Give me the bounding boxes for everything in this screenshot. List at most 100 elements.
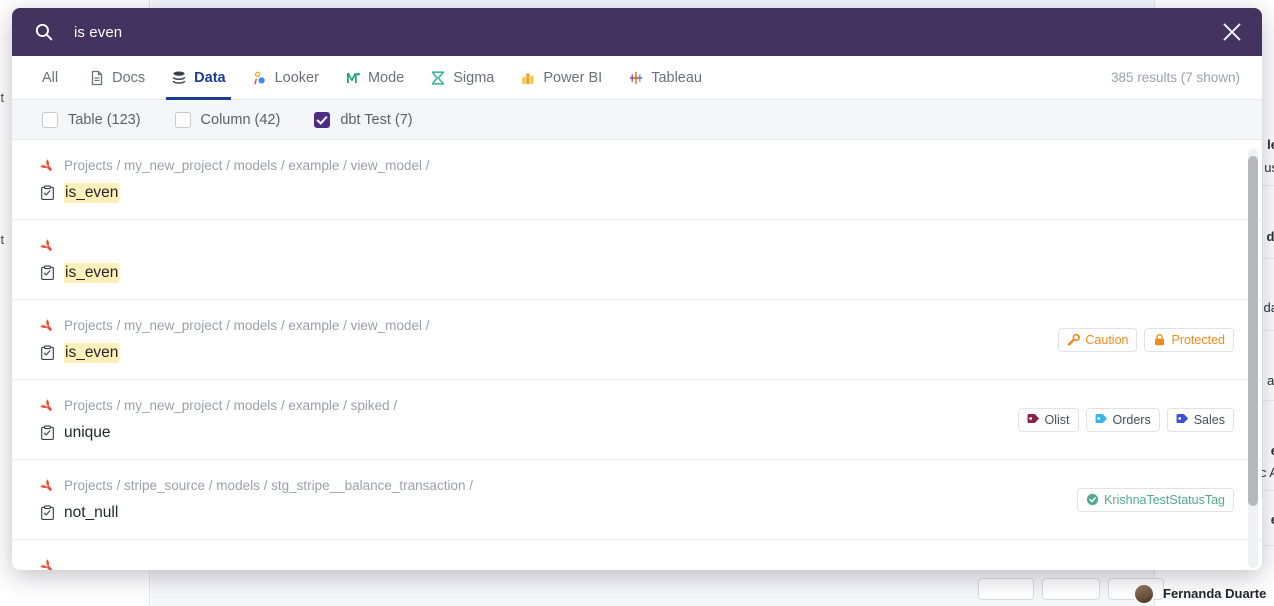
looker-icon [252,70,268,86]
breadcrumb [40,235,1216,255]
background-button[interactable] [1042,578,1100,600]
result-title-line: is_even [40,262,1216,284]
wrench-icon [1067,333,1080,346]
background-left-fragment: s [0,196,1,211]
status-badge-caution[interactable]: Caution [1058,328,1137,352]
tab-tableau[interactable]: Tableau [615,56,715,99]
breadcrumb: Projects / my_new_project / models / exa… [40,395,1000,415]
breadcrumb: Projects / stripe_source / models / stg_… [40,475,1059,495]
background-right-fragment: at [1267,373,1274,388]
powerbi-icon [520,70,536,86]
background-right-fragment: da [1264,300,1274,315]
tab-bar: All Docs Data [12,56,1262,100]
tag-badge-sales[interactable]: Sales [1167,408,1234,432]
breadcrumb: Projects / my_new_project / models / exa… [40,315,1040,335]
tab-label: Tableau [651,70,702,86]
result-row[interactable]: Projects / my_new_project / models / exa… [12,140,1262,220]
filter-column[interactable]: Column (42) [175,112,281,128]
result-row[interactable] [12,540,1262,570]
result-title: is_even [64,343,119,363]
badge-label: Sales [1194,413,1225,427]
search-icon [34,22,54,42]
tab-docs[interactable]: Docs [76,56,158,99]
result-title-line: unique [40,422,1000,444]
tab-looker[interactable]: Looker [239,56,332,99]
result-badges: Caution Protected [1058,328,1234,352]
result-row[interactable]: Projects / my_new_project / models / exa… [12,300,1262,380]
search-modal: All Docs Data [12,8,1262,570]
checkbox-dbt-test[interactable] [314,112,330,128]
status-badge-protected[interactable]: Protected [1144,328,1234,352]
dbt-icon [40,158,55,173]
result-title: is_even [64,263,119,283]
breadcrumb-text: Projects / my_new_project / models / exa… [64,158,429,173]
database-icon [171,70,187,86]
results-count: 385 results (7 shown) [1111,56,1262,99]
results-list[interactable]: Projects / my_new_project / models / exa… [12,140,1262,570]
result-main [40,555,1216,570]
result-row[interactable]: is_even [12,220,1262,300]
search-input[interactable] [74,24,1202,41]
tab-data[interactable]: Data [158,56,238,99]
result-badges: KrishnaTestStatusTag [1077,488,1234,512]
background-right-fragment: di [1266,229,1274,244]
result-badges: Olist Orders [1018,408,1234,432]
checkbox-table[interactable] [42,112,58,128]
result-row[interactable]: Projects / my_new_project / models / exa… [12,380,1262,460]
filter-dbt-test[interactable]: dbt Test (7) [314,112,412,128]
search-bar [12,8,1262,56]
dbt-icon [40,398,55,413]
result-title: not_null [64,504,118,522]
dbt-icon [40,318,55,333]
background-person-name: Fernanda Duarte [1163,586,1266,601]
filter-label: dbt Test (7) [340,112,412,128]
result-title-line: is_even [40,182,1216,204]
scrollbar-thumb[interactable] [1248,156,1258,506]
tag-icon [1095,413,1108,426]
filter-row: Table (123) Column (42) dbt Test (7) [12,100,1262,140]
close-icon[interactable] [1202,8,1262,56]
result-title-line: is_even [40,342,1040,364]
filter-label: Column (42) [201,112,281,128]
background-left-fragment: st [0,90,4,105]
result-main: Projects / my_new_project / models / exa… [40,315,1040,364]
breadcrumb: Projects / my_new_project / models / exa… [40,155,1216,175]
tab-sigma[interactable]: Sigma [417,56,507,99]
background-left-fragment: st [0,232,4,247]
result-main: Projects / my_new_project / models / exa… [40,155,1216,204]
background-button[interactable] [978,578,1034,600]
tag-icon [1027,413,1040,426]
badge-label: Orders [1113,413,1151,427]
dbt-icon [40,558,55,571]
mode-icon [345,70,361,86]
tab-label: Sigma [453,70,494,86]
lock-icon [1153,333,1166,346]
tableau-icon [628,70,644,86]
filter-table[interactable]: Table (123) [42,112,141,128]
tag-badge-olist[interactable]: Olist [1018,408,1079,432]
status-badge-krishna-test-status-tag[interactable]: KrishnaTestStatusTag [1077,488,1234,512]
result-row[interactable]: Projects / stripe_source / models / stg_… [12,460,1262,540]
result-main: Projects / stripe_source / models / stg_… [40,475,1059,524]
badge-label: KrishnaTestStatusTag [1104,493,1225,507]
avatar [1133,583,1155,605]
badge-label: Olist [1045,413,1070,427]
result-main: Projects / my_new_project / models / exa… [40,395,1000,444]
tab-label: Mode [368,70,404,86]
background-left-fragment: s [0,168,1,183]
dbt-test-icon [40,265,55,281]
tab-all[interactable]: All [34,56,76,99]
filter-label: Table (123) [68,112,141,128]
dbt-test-icon [40,505,55,521]
result-title: unique [64,424,111,442]
tab-power-bi[interactable]: Power BI [507,56,615,99]
tag-badge-orders[interactable]: Orders [1086,408,1160,432]
checkbox-column[interactable] [175,112,191,128]
tab-label: Docs [112,70,145,86]
breadcrumb-text: Projects / my_new_project / models / exa… [64,398,397,413]
tab-label: All [42,70,58,86]
dbt-icon [40,238,55,253]
dbt-test-icon [40,425,55,441]
background-right-fragment: us [1264,160,1274,175]
tab-mode[interactable]: Mode [332,56,417,99]
